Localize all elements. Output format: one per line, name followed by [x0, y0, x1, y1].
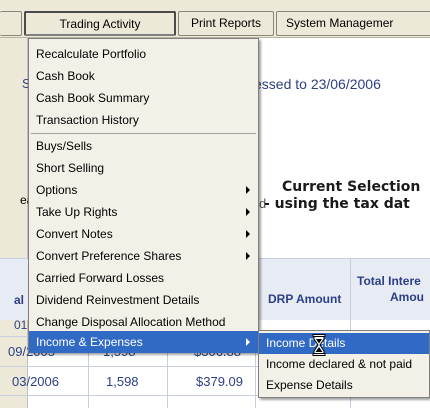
menu-item-label: Cash Book [36, 69, 95, 83]
menu-item-carried-forward-losses[interactable]: Carried Forward Losses [29, 267, 258, 289]
column-header-drp-amount: DRP Amount [268, 292, 342, 306]
menu-trading-activity[interactable]: Trading Activity [24, 11, 176, 36]
menu-item-convert-notes[interactable]: Convert Notes [29, 223, 258, 245]
menu-item-label: Dividend Reinvestment Details [36, 293, 200, 307]
menu-item-buys-sells[interactable]: Buys/Sells [29, 135, 258, 157]
row-partial-date: 01 [14, 318, 28, 332]
submenu-arrow-icon [246, 208, 250, 216]
menu-item-take-up-rights[interactable]: Take Up Rights [29, 201, 258, 223]
menu-item-label: Convert Preference Shares [36, 249, 182, 263]
row-units: 1,598 [106, 374, 139, 389]
menu-separator [31, 133, 256, 134]
menu-item-dividend-reinvestment-details[interactable]: Dividend Reinvestment Details [29, 289, 258, 311]
menu-item-label: Short Selling [36, 161, 105, 175]
submenu-arrow-icon [246, 252, 250, 260]
menu-print-reports[interactable]: Print Reports [178, 11, 274, 36]
menu-item-label: Transaction History [36, 113, 139, 127]
income-expenses-submenu: Income Details Income declared & not pai… [258, 330, 430, 398]
submenu-arrow-icon [246, 186, 250, 194]
menu-item-label: Convert Notes [36, 227, 113, 241]
menu-item-short-selling[interactable]: Short Selling [29, 157, 258, 179]
column-header-partial: al [14, 293, 25, 307]
submenu-item-label: Income declared & not paid [266, 357, 413, 371]
menu-bar: Trading Activity Print Reports System Ma… [0, 0, 430, 38]
menu-item-recalculate-portfolio[interactable]: Recalculate Portfolio [29, 43, 258, 65]
submenu-item-income-declared-not-paid[interactable]: Income declared & not paid [259, 354, 429, 375]
submenu-arrow-icon [246, 230, 250, 238]
submenu-item-income-details[interactable]: Income Details [259, 333, 429, 354]
menu-item-label: Recalculate Portfolio [36, 47, 147, 61]
submenu-arrow-icon [246, 338, 250, 346]
menu-item-label: Cash Book Summary [36, 91, 150, 105]
row-date: 03/2006 [12, 374, 59, 389]
menu-item-change-disposal-allocation-method[interactable]: Change Disposal Allocation Method [29, 311, 258, 333]
submenu-item-expense-details[interactable]: Expense Details [259, 375, 429, 396]
menu-system-management[interactable]: System Managemer [276, 11, 430, 36]
menu-item-label: Take Up Rights [36, 205, 118, 219]
menu-item-label: Change Disposal Allocation Method [36, 315, 226, 329]
menu-item-transaction-history[interactable]: Transaction History [29, 109, 258, 131]
menu-button-left-edge[interactable] [0, 11, 22, 36]
menu-item-label: Income & Expenses [36, 335, 143, 349]
row-drp: $379.09 [196, 374, 243, 389]
submenu-item-label: Income Details [266, 336, 346, 350]
submenu-item-label: Expense Details [266, 378, 353, 392]
menu-item-label: Buys/Sells [36, 139, 93, 153]
hourglass-cursor-icon [312, 334, 326, 356]
menu-item-label: Carried Forward Losses [36, 271, 165, 285]
processed-date-text: essed to 23/06/2006 [254, 76, 381, 92]
column-header-total-interest-amount: Amou [390, 290, 424, 304]
current-selection-subtitle: - using the tax dat [264, 196, 410, 212]
menu-item-income-expenses[interactable]: Income & Expenses [29, 331, 258, 353]
menu-item-cash-book[interactable]: Cash Book [29, 65, 258, 87]
menu-item-cash-book-summary[interactable]: Cash Book Summary [29, 87, 258, 109]
menu-item-label: Options [36, 183, 78, 197]
menu-item-options[interactable]: Options [29, 179, 258, 201]
column-header-total-interest: Total Intere [357, 274, 421, 288]
trading-activity-dropdown: Recalculate Portfolio Cash Book Cash Boo… [28, 38, 259, 353]
menu-item-convert-preference-shares[interactable]: Convert Preference Shares [29, 245, 258, 267]
